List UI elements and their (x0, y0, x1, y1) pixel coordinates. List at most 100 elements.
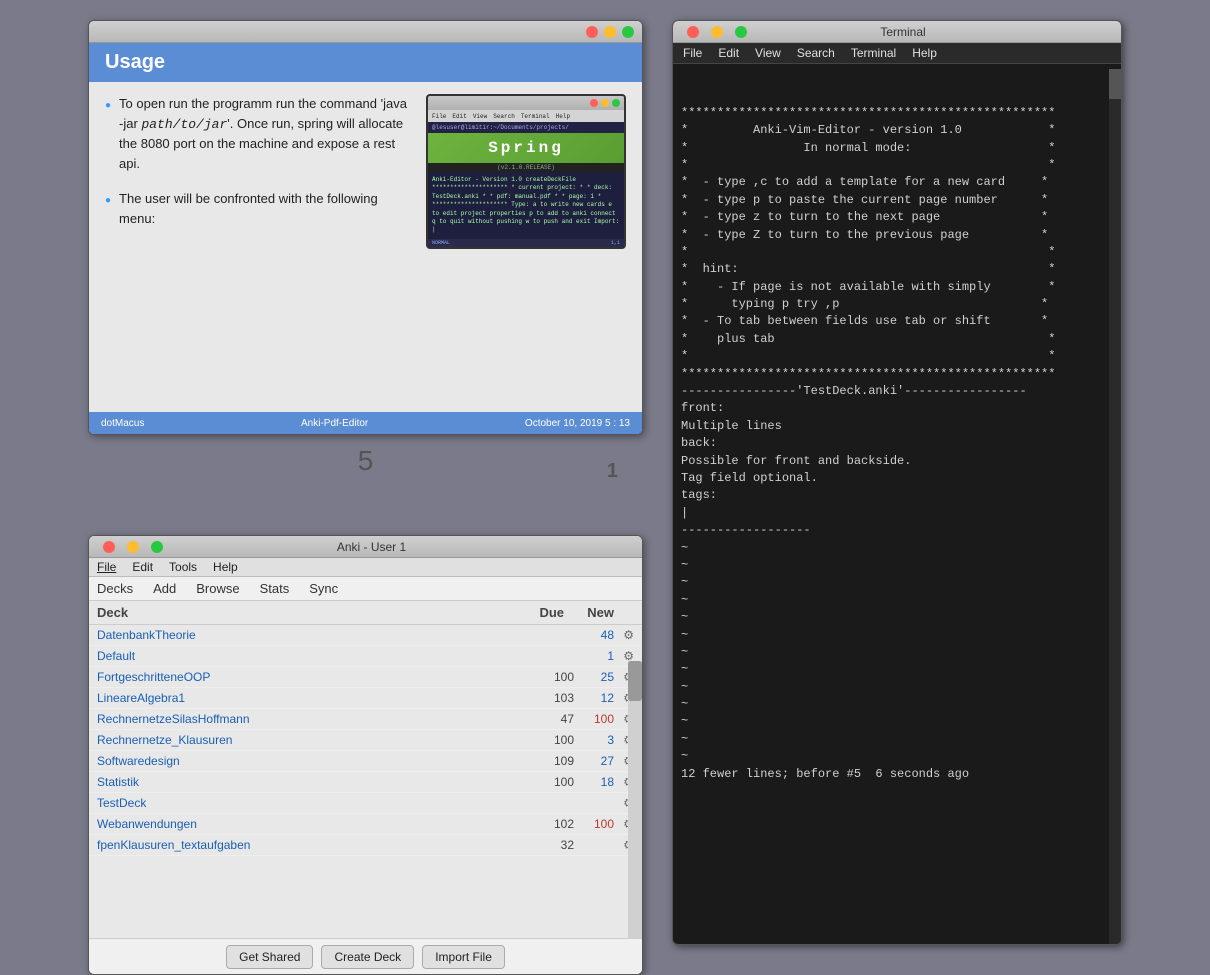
table-row[interactable]: fpenKlausuren_textaufgaben32⚙ (89, 835, 642, 856)
bullet-icon: ● (105, 98, 111, 173)
maximize-icon[interactable] (622, 26, 634, 38)
import-file-button[interactable]: Import File (422, 945, 505, 969)
table-row[interactable]: DatenbankTheorie48⚙ (89, 625, 642, 646)
terminal-line: * - type z to turn to the next page * (681, 209, 1113, 226)
toolbar-stats[interactable]: Stats (260, 581, 290, 596)
table-row[interactable]: Statistik10018⚙ (89, 772, 642, 793)
menu-file[interactable]: File (97, 560, 116, 574)
table-row[interactable]: LineareAlgebra110312⚙ (89, 688, 642, 709)
create-deck-button[interactable]: Create Deck (321, 945, 414, 969)
terminal-scrollbar-thumb[interactable] (1109, 69, 1121, 99)
deck-new-cell: 25 (574, 670, 614, 684)
anki-title: Anki - User 1 (163, 540, 580, 554)
deck-list: DatenbankTheorie48⚙Default1⚙Fortgeschrit… (89, 625, 642, 856)
deck-name-cell[interactable]: DatenbankTheorie (97, 628, 514, 642)
table-row[interactable]: Softwaredesign10927⚙ (89, 751, 642, 772)
deck-name-cell[interactable]: RechnernetzeSilasHoffmann (97, 712, 514, 726)
terminal-line: ~ (681, 644, 1113, 661)
terminal-line: ~ (681, 661, 1113, 678)
deck-due-cell: 100 (514, 670, 574, 684)
deck-due-cell: 100 (514, 775, 574, 789)
terminal-line: tags: (681, 487, 1113, 504)
terminal-minimize-icon[interactable] (711, 26, 723, 38)
usage-screenshot: File Edit View Search Terminal Help @les… (426, 94, 626, 249)
deck-due-cell: 32 (514, 838, 574, 852)
anki-window: Anki - User 1 File Edit Tools Help Decks… (88, 535, 643, 975)
term-menu-view[interactable]: View (755, 46, 781, 60)
deck-due-cell: 102 (514, 817, 574, 831)
terminal-line: * * (681, 348, 1113, 365)
deck-name-cell[interactable]: Webanwendungen (97, 817, 514, 831)
terminal-menubar: File Edit View Search Terminal Help (673, 43, 1121, 64)
inner-menu-view: View (473, 113, 487, 120)
terminal-close-icon[interactable] (687, 26, 699, 38)
left-panel: Usage ● To open run the programm run the… (88, 20, 648, 970)
term-menu-search[interactable]: Search (797, 46, 835, 60)
terminal-line: ~ (681, 696, 1113, 713)
table-row[interactable]: Default1⚙ (89, 646, 642, 667)
deck-gear-icon[interactable]: ⚙ (614, 628, 634, 642)
close-icon[interactable] (586, 26, 598, 38)
deck-due-cell: 47 (514, 712, 574, 726)
usage-item-1: To open run the programm run the command… (119, 94, 410, 173)
terminal-line: ~ (681, 748, 1113, 765)
inner-titlebar (428, 96, 624, 110)
deck-name-cell[interactable]: fpenKlausuren_textaufgaben (97, 838, 514, 852)
deck-name-cell[interactable]: FortgeschritteneOOP (97, 670, 514, 684)
table-row[interactable]: FortgeschritteneOOP10025⚙ (89, 667, 642, 688)
terminal-line: back: (681, 435, 1113, 452)
table-row[interactable]: Webanwendungen102100⚙ (89, 814, 642, 835)
page-current: 1 (607, 460, 618, 483)
term-menu-file[interactable]: File (683, 46, 702, 60)
table-row[interactable]: TestDeck⚙ (89, 793, 642, 814)
terminal-body[interactable]: ****************************************… (673, 64, 1121, 937)
term-menu-terminal[interactable]: Terminal (851, 46, 896, 60)
anki-minimize-icon[interactable] (127, 541, 139, 553)
inner-menu-terminal: Terminal (521, 113, 550, 120)
deck-name-cell[interactable]: Rechnernetze_Klausuren (97, 733, 514, 747)
terminal-line: 12 fewer lines; before #5 6 seconds ago (681, 766, 1113, 783)
terminal-maximize-icon[interactable] (735, 26, 747, 38)
usage-item-2: The user will be confronted with the fol… (119, 189, 410, 228)
menu-help[interactable]: Help (213, 560, 238, 574)
deck-name-cell[interactable]: Softwaredesign (97, 754, 514, 768)
terminal-line: ~ (681, 592, 1113, 609)
toolbar-browse[interactable]: Browse (196, 581, 239, 596)
bullet-icon: ● (105, 193, 111, 228)
spring-version: (v2.1.0.RELEASE) (428, 163, 624, 172)
terminal-line: ~ (681, 679, 1113, 696)
minimize-icon[interactable] (604, 26, 616, 38)
terminal-line: * - If page is not available with simply… (681, 279, 1113, 296)
deck-new-cell: 3 (574, 733, 614, 747)
deck-new-cell: 100 (574, 712, 614, 726)
inner-statusbar: NORMAL 1,1 (428, 239, 624, 247)
anki-bottombar: Get Shared Create Deck Import File (89, 938, 642, 974)
anki-close-icon[interactable] (103, 541, 115, 553)
menu-tools[interactable]: Tools (169, 560, 197, 574)
toolbar-decks[interactable]: Decks (97, 581, 133, 596)
table-row[interactable]: Rechnernetze_Klausuren1003⚙ (89, 730, 642, 751)
terminal-line: ~ (681, 557, 1113, 574)
deck-name-cell[interactable]: TestDeck (97, 796, 514, 810)
inner-path: @lesuser@limitir:~/Documents/projects/ (428, 122, 624, 133)
deck-name-cell[interactable]: Default (97, 649, 514, 663)
deck-name-cell[interactable]: LineareAlgebra1 (97, 691, 514, 705)
deck-name-cell[interactable]: Statistik (97, 775, 514, 789)
inner-menu-help: Help (556, 113, 570, 120)
term-menu-help[interactable]: Help (912, 46, 937, 60)
usage-title: Usage (105, 51, 165, 73)
anki-maximize-icon[interactable] (151, 541, 163, 553)
inner-min (601, 99, 609, 107)
terminal-line: ~ (681, 609, 1113, 626)
terminal-scrollbar[interactable] (1109, 69, 1121, 945)
get-shared-button[interactable]: Get Shared (226, 945, 313, 969)
deck-scrollbar[interactable] (628, 661, 642, 975)
toolbar-add[interactable]: Add (153, 581, 176, 596)
deck-new-cell: 27 (574, 754, 614, 768)
menu-edit[interactable]: Edit (132, 560, 153, 574)
scrollbar-thumb[interactable] (628, 661, 642, 701)
anki-toolbar: Decks Add Browse Stats Sync (89, 577, 642, 601)
toolbar-sync[interactable]: Sync (309, 581, 338, 596)
table-row[interactable]: RechnernetzeSilasHoffmann47100⚙ (89, 709, 642, 730)
term-menu-edit[interactable]: Edit (718, 46, 739, 60)
